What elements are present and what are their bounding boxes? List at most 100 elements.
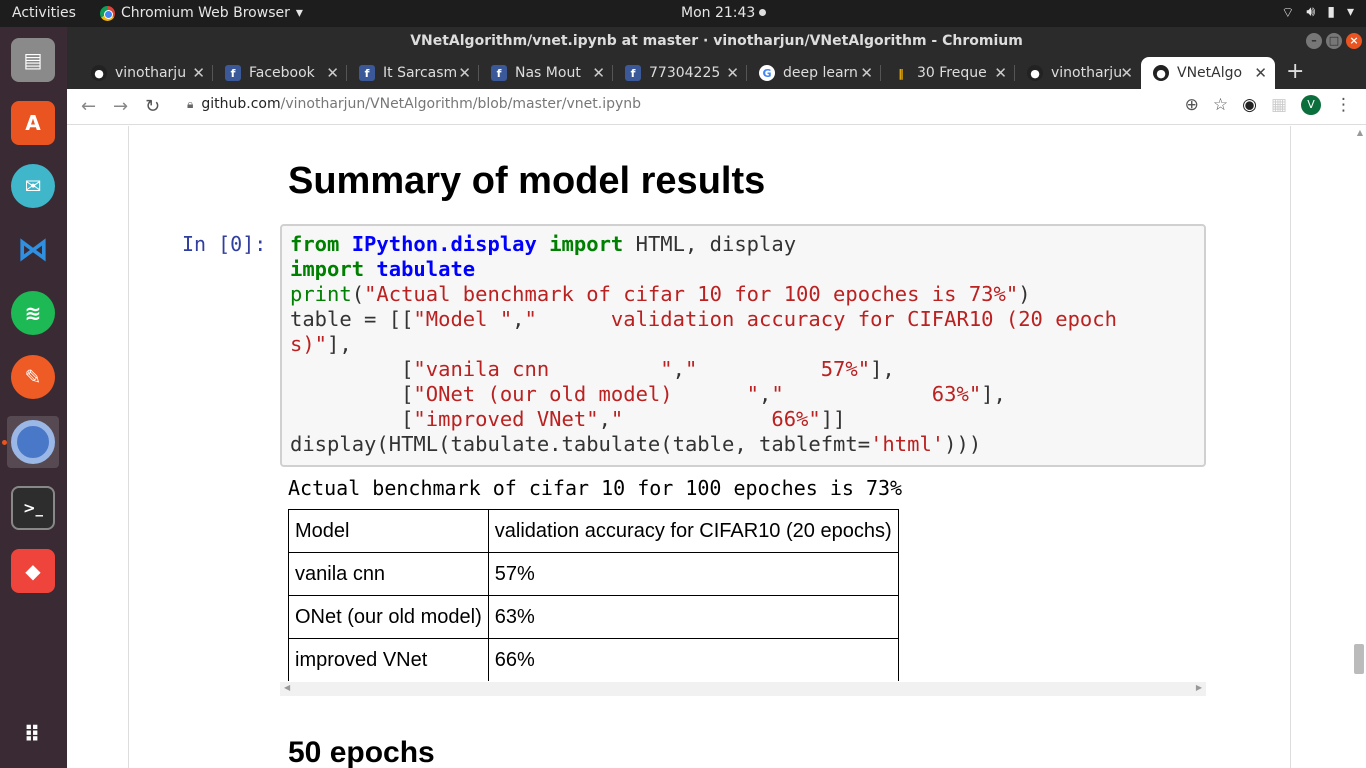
spotify-icon: ≋ [11,291,55,335]
table-cell: validation accuracy for CIFAR10 (20 epoc… [487,509,899,553]
close-icon[interactable]: ✕ [726,64,739,82]
gnome-top-bar: Activities Chromium Web Browser ▾ Mon 21… [0,0,1366,27]
scrollbar-thumb[interactable] [1354,644,1364,674]
app-menu[interactable]: Chromium Web Browser ▾ [100,5,303,21]
facebook-icon: f [491,65,507,81]
clock-label: Mon 21:43 [681,5,756,21]
terminal-icon: >_ [11,486,55,530]
facebook-icon: f [359,65,375,81]
notification-dot [759,9,767,16]
menu-icon[interactable]: ⋮ [1335,95,1352,115]
scroll-right-icon[interactable]: ▶ [1196,683,1202,692]
dock-mail[interactable]: ✉ [7,160,59,212]
dock-files[interactable]: ▤ [7,34,59,86]
back-icon[interactable]: ← [81,96,96,117]
scroll-up-icon[interactable]: ▲ [1357,128,1363,137]
tab[interactable]: ● vinotharju ✕ [1015,57,1141,89]
vscode-icon: ⋈ [17,230,49,268]
table-cell: Model [288,509,489,553]
table-cell: 66% [487,638,899,682]
table-row: vanila cnn 57% [288,552,899,596]
system-tray[interactable]: ⌔ 🔊︎ ▮ ▾ [1281,4,1354,22]
file-cabinet-icon: ▤ [11,38,55,82]
table-cell: 63% [487,595,899,639]
activities-button[interactable]: Activities [12,5,76,21]
tab[interactable]: f Nas Mout ✕ [479,57,613,89]
google-icon: G [759,65,775,81]
github-icon: ● [91,65,107,81]
dock-spotify[interactable]: ≋ [7,287,59,339]
close-icon[interactable]: ✕ [1254,64,1267,82]
window-title: VNetAlgorithm/vnet.ipynb at master · vin… [410,33,1023,49]
app-grid-icon: ⠿ [23,722,43,748]
dock-anydesk[interactable]: ◆ [7,545,59,597]
close-icon[interactable]: ✕ [1120,64,1133,82]
results-table: Model validation accuracy for CIFAR10 (2… [288,509,899,682]
app-menu-label: Chromium Web Browser [121,5,290,21]
close-icon[interactable]: ✕ [192,64,205,82]
tab[interactable]: ‖ 30 Freque ✕ [881,57,1015,89]
table-cell: 57% [487,552,899,596]
table-row: Model validation accuracy for CIFAR10 (2… [288,509,899,553]
dock-terminal[interactable]: >_ [7,482,59,534]
tab[interactable]: f Facebook ✕ [213,57,347,89]
url-path: /vinotharjun/VNetAlgorithm/blob/master/v… [280,96,642,112]
tab[interactable]: f It Sarcasm ✕ [347,57,479,89]
dock-vscode[interactable]: ⋈ [7,223,59,275]
tab-active[interactable]: ● VNetAlgo ✕ [1141,57,1275,89]
window-titlebar: VNetAlgorithm/vnet.ipynb at master · vin… [67,27,1366,55]
extension-icon[interactable]: ▦ [1271,95,1287,115]
dock-chromium[interactable] [2,416,59,468]
tab[interactable]: G deep learn ✕ [747,57,881,89]
close-icon[interactable]: ✕ [860,64,873,82]
address-bar[interactable]: 🔒︎ github.com/vinotharjun/VNetAlgorithm/b… [187,96,641,112]
tab-strip: ● vinotharju ✕ f Facebook ✕ f It Sarcasm… [67,55,1366,89]
forward-icon[interactable]: → [113,96,128,117]
github-icon: ● [1153,65,1169,81]
section-heading: Summary of model results [288,160,766,202]
dock-software[interactable]: A [7,97,59,149]
facebook-icon: f [625,65,641,81]
tab[interactable]: ● vinotharju ✕ [79,57,213,89]
show-applications-button[interactable]: ⠿ [7,709,59,761]
chromium-icon [11,420,55,464]
browser-toolbar: ← → ↻ 🔒︎ github.com/vinotharjun/VNetAlgor… [67,89,1366,125]
close-icon[interactable]: ✕ [326,64,339,82]
cell-stdout: Actual benchmark of cifar 10 for 100 epo… [288,476,903,500]
table-cell: improved VNet [288,638,489,682]
chevron-down-icon: ▾ [1346,4,1354,20]
postman-icon: ✎ [11,355,55,399]
chevron-down-icon: ▾ [295,5,303,21]
github-icon: ● [1027,65,1043,81]
scroll-left-icon[interactable]: ◀ [284,683,290,692]
anydesk-icon: ◆ [11,549,55,593]
close-icon[interactable]: ✕ [458,64,471,82]
close-icon[interactable]: × [1346,33,1362,49]
table-cell: vanila cnn [288,552,489,596]
close-icon[interactable]: ✕ [592,64,605,82]
dock-postman[interactable]: ✎ [7,351,59,403]
volume-icon: 🔊︎ [1306,4,1316,20]
clock[interactable]: Mon 21:43 [681,5,767,21]
new-tab-button[interactable]: + [1286,59,1304,84]
close-icon[interactable]: ✕ [994,64,1007,82]
minimize-icon[interactable]: – [1306,33,1322,49]
code-cell[interactable]: from IPython.display import HTML, displa… [280,224,1206,467]
shopping-bag-icon: A [11,101,55,145]
avatar[interactable]: V [1301,95,1321,115]
blog-icon: ‖ [898,66,904,80]
section-heading-next: 50 epochs [288,736,435,768]
page-scrollbar[interactable]: ▲ [1352,126,1366,768]
battery-icon: ▮ [1327,4,1335,20]
page-content: Summary of model results In [0]: from IP… [67,126,1366,768]
tab[interactable]: f 77304225 ✕ [613,57,747,89]
zoom-icon[interactable]: ⊕ [1185,95,1199,115]
running-indicator [2,440,7,445]
eye-icon[interactable]: ◉ [1242,95,1257,115]
url-host: github.com [201,96,281,112]
lock-icon: 🔒︎ [187,97,194,111]
horizontal-scrollbar[interactable]: ◀ ▶ [280,682,1206,696]
maximize-icon[interactable]: □ [1326,33,1342,49]
reload-icon[interactable]: ↻ [145,96,160,117]
bookmark-star-icon[interactable]: ☆ [1213,95,1228,115]
